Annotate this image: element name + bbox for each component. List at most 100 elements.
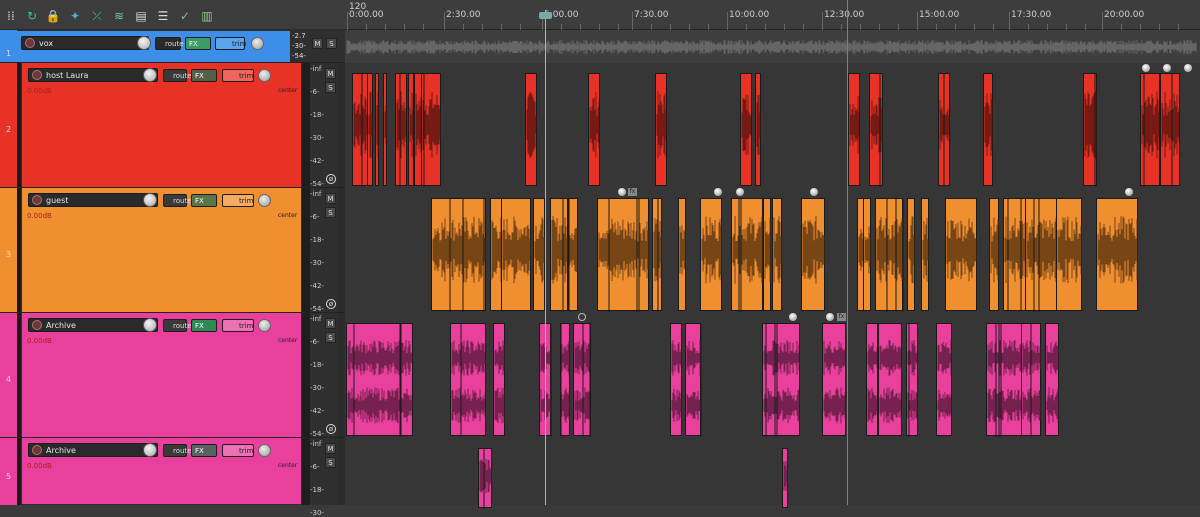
media-item[interactable] — [866, 323, 878, 436]
item-fx-icon[interactable]: fx — [628, 188, 637, 196]
tcp-scrollbar[interactable] — [337, 313, 345, 437]
media-item[interactable] — [1140, 73, 1160, 187]
track-name-field[interactable]: guest — [28, 193, 158, 207]
track-header-guest[interactable]: 3 guest route FX trim 0.00dB center -inf -6- -18-… — [0, 188, 345, 313]
phase-button[interactable]: ø — [326, 174, 336, 184]
trim-button[interactable]: trim — [215, 37, 246, 50]
solo-button[interactable]: S — [325, 82, 336, 93]
media-item[interactable] — [367, 73, 373, 186]
media-item[interactable] — [375, 73, 379, 186]
media-item[interactable] — [1083, 73, 1097, 187]
pan-knob[interactable] — [251, 37, 264, 50]
media-item[interactable] — [670, 323, 682, 436]
media-item[interactable] — [989, 198, 999, 311]
lane-guest[interactable]: fx — [345, 188, 1200, 314]
fx-button[interactable]: FX — [191, 194, 217, 207]
media-item[interactable] — [395, 73, 407, 187]
media-item[interactable] — [678, 198, 686, 311]
media-item[interactable] — [550, 198, 568, 312]
solo-button[interactable]: S — [325, 332, 336, 343]
track-name-field[interactable]: host Laura — [28, 68, 158, 82]
play-cursor[interactable] — [545, 10, 546, 505]
media-item[interactable] — [478, 448, 492, 509]
trim-button[interactable]: trim — [222, 319, 254, 332]
track-name-field[interactable]: Archive — [28, 443, 158, 457]
play-cursor-handle[interactable] — [539, 12, 552, 19]
route-button[interactable]: route — [163, 194, 192, 207]
track-name-field[interactable]: Archive — [28, 318, 158, 332]
mute-button[interactable]: M — [312, 38, 323, 49]
mute-button[interactable]: M — [325, 193, 336, 204]
media-item[interactable] — [652, 198, 662, 312]
media-item[interactable] — [493, 323, 505, 436]
pan-knob[interactable] — [258, 319, 271, 332]
media-item[interactable] — [1021, 323, 1041, 437]
media-item[interactable] — [346, 323, 413, 437]
media-item[interactable] — [525, 73, 537, 186]
media-item[interactable] — [568, 198, 578, 312]
envelope-icon[interactable]: ⤫ — [89, 8, 105, 24]
track-header-vox[interactable]: 1 vox route FX trim -2.7 -30- -54- M S — [0, 30, 345, 63]
media-item[interactable] — [763, 198, 771, 311]
media-item[interactable] — [875, 198, 904, 312]
tcp-scrollbar[interactable] — [337, 188, 345, 312]
solo-button[interactable]: S — [325, 207, 336, 218]
media-item[interactable] — [597, 198, 649, 312]
media-item[interactable] — [755, 73, 761, 186]
item-volume-handle-icon[interactable] — [826, 313, 834, 321]
media-item[interactable] — [1160, 73, 1180, 187]
mute-button[interactable]: M — [325, 443, 336, 454]
solo-button[interactable]: S — [325, 457, 336, 468]
loop-item-icon[interactable] — [578, 313, 586, 321]
item-volume-handle-icon[interactable] — [1163, 64, 1171, 72]
media-item[interactable] — [878, 323, 902, 436]
tcp-scrollbar[interactable] — [337, 438, 345, 505]
timeline-ruler[interactable]: 120 0:00.00 2:30.00 5:00.00 7:30.00 10:00.00… — [345, 0, 1200, 30]
item-volume-handle-icon[interactable] — [736, 188, 744, 196]
media-item[interactable] — [655, 73, 667, 186]
pan-knob[interactable] — [258, 69, 271, 82]
check-icon[interactable]: ✓ — [177, 8, 193, 24]
media-item[interactable] — [986, 323, 1022, 437]
trim-button[interactable]: trim — [222, 194, 254, 207]
media-item[interactable] — [983, 73, 993, 186]
media-item[interactable] — [533, 198, 545, 311]
volume-knob[interactable] — [143, 443, 157, 457]
media-item[interactable] — [740, 73, 752, 186]
media-item[interactable] — [822, 323, 846, 436]
media-item[interactable] — [772, 198, 782, 311]
media-item[interactable] — [936, 323, 952, 436]
media-item[interactable] — [945, 198, 977, 311]
snap-icon[interactable]: ✦ — [67, 8, 83, 24]
media-item[interactable] — [907, 198, 915, 311]
item-fx-icon[interactable]: fx — [837, 313, 846, 321]
mixer-icon[interactable]: ☰ — [155, 8, 171, 24]
media-icon[interactable]: ▤ — [133, 8, 149, 24]
phase-button[interactable]: ø — [326, 424, 336, 434]
media-item[interactable] — [383, 73, 387, 186]
mute-button[interactable]: M — [325, 68, 336, 79]
media-item[interactable] — [1025, 198, 1057, 312]
pan-knob[interactable] — [258, 444, 271, 457]
item-volume-handle-icon[interactable] — [789, 313, 797, 321]
record-arm-button[interactable] — [32, 320, 42, 330]
item-volume-handle-icon[interactable] — [810, 188, 818, 196]
track-name-field[interactable]: vox — [21, 36, 149, 50]
media-item[interactable] — [700, 198, 722, 311]
media-item[interactable] — [588, 73, 600, 186]
item-volume-handle-icon[interactable] — [1184, 64, 1192, 72]
media-item[interactable] — [1056, 198, 1082, 311]
item-volume-handle-icon[interactable] — [1142, 64, 1150, 72]
trim-button[interactable]: trim — [222, 444, 254, 457]
lock-icon[interactable]: 🔒 — [45, 8, 61, 24]
volume-knob[interactable] — [143, 193, 157, 207]
media-item[interactable] — [762, 323, 800, 437]
record-arm-button[interactable] — [32, 445, 42, 455]
mute-button[interactable]: M — [325, 318, 336, 329]
track-header-host-laura[interactable]: 2 host Laura route FX trim 0.00dB center -inf -6… — [0, 63, 345, 188]
media-item[interactable] — [869, 73, 883, 187]
pan-knob[interactable] — [258, 194, 271, 207]
record-arm-button[interactable] — [32, 70, 42, 80]
track-header-archive-2[interactable]: 5 Archive route FX trim 0.00dB center -inf -6- -1… — [0, 438, 345, 517]
media-item[interactable] — [1096, 198, 1138, 311]
